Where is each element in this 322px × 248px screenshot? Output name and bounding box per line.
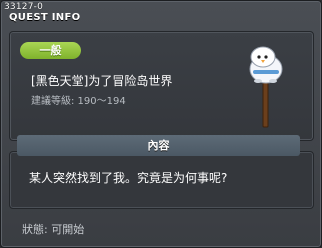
content-header: 內容	[17, 135, 300, 156]
window-title: QUEST INFO	[9, 12, 81, 23]
quest-id: 33127-0	[4, 2, 44, 12]
npc-icon	[249, 46, 283, 128]
quest-level: 建議等級: 190～194	[31, 96, 126, 107]
quest-name: [黑色天堂]为了冒险岛世界	[31, 74, 173, 88]
quest-info-window: 33127-0 QUEST INFO 一般 [黑色天堂]为了冒险岛世界 建議等級…	[0, 0, 322, 248]
content-text: 某人突然找到了我。究竟是为何事呢?	[29, 171, 228, 185]
quest-status: 狀態: 可開始	[22, 223, 85, 236]
quest-category-badge: 一般	[20, 42, 81, 59]
